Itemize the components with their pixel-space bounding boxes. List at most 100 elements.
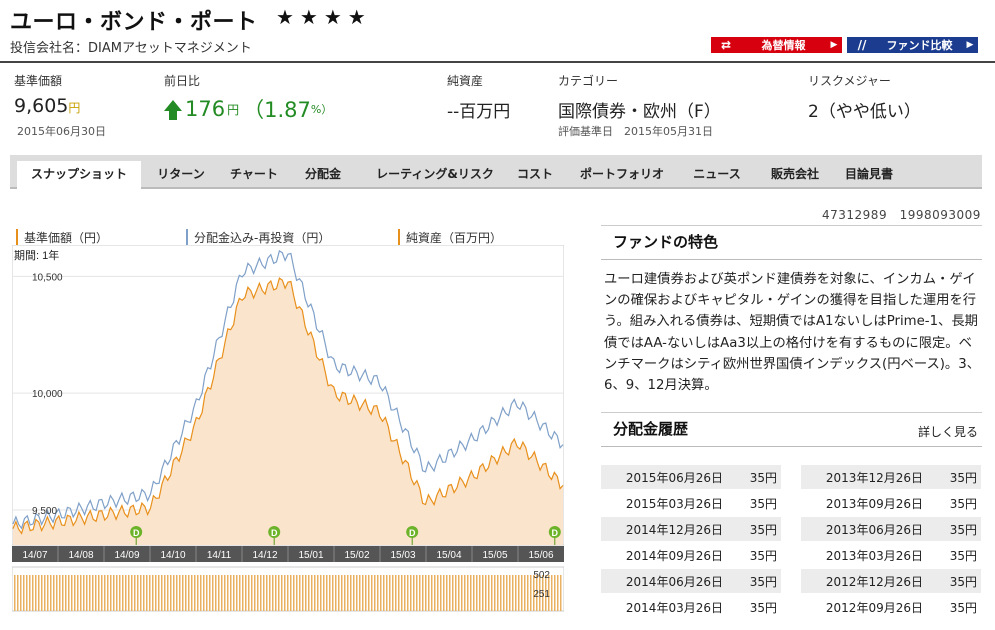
assets-bar [458, 575, 460, 611]
assets-bar [317, 575, 319, 611]
change-percent-unit: %） [310, 103, 333, 116]
tab-prospectus[interactable]: 目論見書 [836, 163, 902, 189]
assets-bar [206, 575, 208, 611]
x-tick-label: 14/07 [22, 550, 47, 561]
risk-label: リスクメジャー [808, 74, 891, 88]
assets-bar [95, 575, 97, 611]
assets-bar [92, 575, 94, 611]
assets-bar [281, 575, 283, 611]
dividend-date: 2013年09月26日 [825, 496, 923, 511]
fx-info-label: 為替情報 [761, 39, 806, 52]
assets-bar [38, 575, 40, 611]
price-chart: 期間: 1年 10,500 10,000 9,500 D D D D 14/07 14/08… [12, 245, 564, 612]
header-divider [0, 61, 995, 63]
assets-bar [338, 575, 340, 611]
tab-cost[interactable]: コスト [510, 163, 560, 189]
assets-bar [35, 575, 37, 611]
fund-codes: 47312989 1998093009 [822, 208, 981, 222]
dividend-row: 2013年12月26日 35円 [801, 465, 981, 489]
assets-bar [113, 575, 115, 611]
tab-rating-risk[interactable]: レーティング&リスク [364, 163, 506, 189]
assets-bar [212, 575, 214, 611]
assets-bar [473, 575, 475, 611]
assets-bar [236, 575, 238, 611]
dividend-amount: 35円 [749, 496, 777, 511]
assets-bar [89, 575, 91, 611]
nav-unit: 円 [68, 101, 81, 115]
assets-bar [428, 575, 430, 611]
assets-bar [494, 575, 496, 611]
assets-bar [290, 575, 292, 611]
tab-return[interactable]: リターン [146, 163, 216, 189]
assets-bar [407, 575, 409, 611]
assets-bar [146, 575, 148, 611]
assets-bar [446, 575, 448, 611]
assets-bar [32, 575, 34, 611]
assets-bar [119, 575, 121, 611]
assets-bar [215, 575, 217, 611]
assets-bar [269, 575, 271, 611]
dividend-marker-label: D [271, 528, 278, 538]
dividend-marker-label: D [133, 528, 140, 538]
assets-bar [260, 575, 262, 611]
assets-bar [557, 575, 559, 611]
assets-bar [161, 575, 163, 611]
assets-bar [83, 575, 85, 611]
assets-bar [23, 575, 25, 611]
assets-bar [227, 575, 229, 611]
assets-bar [176, 575, 178, 611]
assets-bar [137, 575, 139, 611]
tab-dividend[interactable]: 分配金 [296, 163, 350, 189]
fund-compare-button[interactable]: // ファンド比較 ▶ [847, 37, 978, 53]
assets-value: --百万円 [447, 102, 511, 122]
assets-bar [56, 575, 58, 611]
x-tick-label: 15/04 [436, 550, 461, 561]
assets-bar [308, 575, 310, 611]
assets-bar [482, 575, 484, 611]
assets-bar [251, 575, 253, 611]
assets-bar [14, 575, 16, 611]
assets-bar [479, 575, 481, 611]
assets-bar [413, 575, 415, 611]
assets-bar [380, 575, 382, 611]
assets-bar [182, 575, 184, 611]
assets-bar [311, 575, 313, 611]
change-percent: （1.87 [243, 98, 311, 122]
assets-bar [521, 575, 523, 611]
play-arrow-icon: ▶ [966, 40, 974, 50]
assets-bar [398, 575, 400, 611]
assets-bar [275, 575, 277, 611]
x-tick-label: 15/05 [482, 550, 507, 561]
assets-bar [449, 575, 451, 611]
assets-bar [500, 575, 502, 611]
fx-info-button[interactable]: ⇄ 為替情報 ▶ [711, 37, 842, 53]
tab-portfolio[interactable]: ポートフォリオ [572, 163, 672, 189]
tab-distributors[interactable]: 販売会社 [762, 163, 828, 189]
assets-bar [197, 575, 199, 611]
tab-chart[interactable]: チャート [224, 163, 284, 189]
assets-bar [374, 575, 376, 611]
change-unit: 円 [227, 102, 240, 117]
daily-change: 176 円（1.87%） [164, 94, 332, 124]
assets-bar [410, 575, 412, 611]
dividend-amount: 35円 [949, 496, 977, 511]
assets-bar [386, 575, 388, 611]
tab-news[interactable]: ニュース [682, 163, 752, 189]
dividend-more-link[interactable]: 詳しく見る [918, 423, 978, 440]
assets-bar [341, 575, 343, 611]
assets-bars [14, 575, 562, 611]
legend-reinvest: 分配金込み-再投資（円） [186, 229, 330, 246]
dividend-date: 2014年03月26日 [625, 600, 723, 615]
up-arrow-icon [164, 99, 182, 120]
assets-bar [296, 575, 298, 611]
assets-tick-high: 502 [533, 570, 550, 581]
tab-snapshot[interactable]: スナップショット [17, 161, 141, 191]
assets-bar [86, 575, 88, 611]
legend-nav: 基準価額（円） [16, 229, 108, 246]
assets-bar [359, 575, 361, 611]
assets-bar [443, 575, 445, 611]
assets-bar [416, 575, 418, 611]
assets-bar [527, 575, 529, 611]
assets-bar [239, 575, 241, 611]
nav-label: 基準価額 [14, 74, 63, 88]
